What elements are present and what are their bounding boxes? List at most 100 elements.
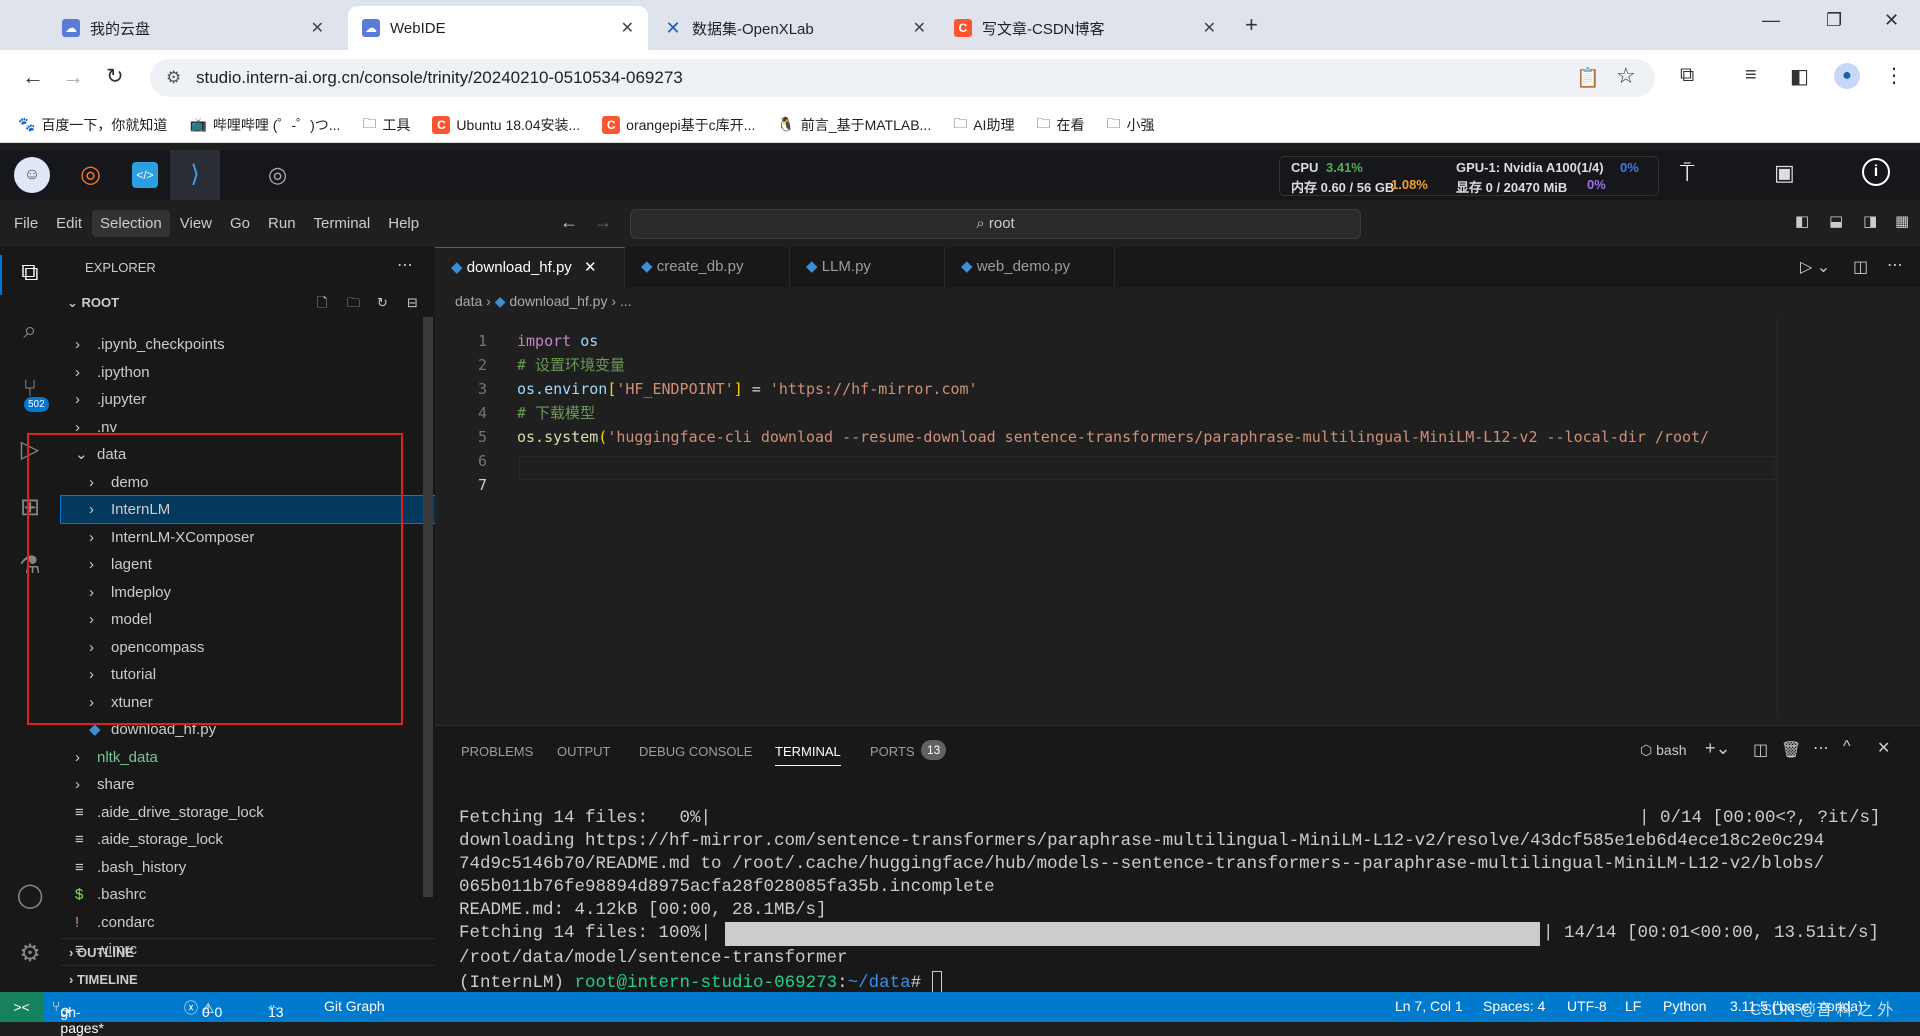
indentation[interactable]: Spaces: 4 xyxy=(1483,998,1545,1014)
monitor-icon[interactable]: ▣ xyxy=(1774,160,1795,186)
nav-forward-icon[interactable]: → xyxy=(594,212,612,233)
tree-item[interactable]: › .jupyter xyxy=(61,386,435,413)
tree-item[interactable]: › share xyxy=(61,771,435,798)
side-panel-icon[interactable]: ◧ xyxy=(1790,64,1809,89)
editor-tab-web-demo[interactable]: ◆ web_demo.py xyxy=(945,247,1115,287)
maximize-panel-icon[interactable]: ^ xyxy=(1843,738,1851,756)
outline-section[interactable]: › OUTLINE xyxy=(61,938,435,965)
bookmark[interactable]: Corangepi基于c库开... xyxy=(602,115,755,135)
profile-avatar[interactable]: ● xyxy=(1834,63,1860,89)
problems-indicator[interactable]: ⓧ 0 ⚠ 0 xyxy=(184,998,222,1020)
code-line[interactable]: 5 os.system('huggingface-cli download --r… xyxy=(435,425,1775,449)
tree-item[interactable]: › nltk_data xyxy=(61,744,435,771)
collapse-all-icon[interactable]: ⊟ xyxy=(407,289,418,316)
refresh-icon[interactable]: ↻ xyxy=(377,289,388,316)
breadcrumb-item[interactable]: ... xyxy=(620,293,632,309)
menu-selection[interactable]: Selection xyxy=(92,210,170,237)
customize-layout-icon[interactable]: ▦ xyxy=(1895,212,1909,230)
media-icon[interactable]: ≡ xyxy=(1745,64,1757,87)
more-actions-icon[interactable]: ⋯ xyxy=(1887,255,1903,275)
bookmark-folder[interactable]: 🗀 AI助理 xyxy=(953,113,1014,137)
explorer-icon[interactable]: ⧉ xyxy=(14,259,46,291)
sidebar-scrollbar[interactable] xyxy=(423,317,433,897)
root-section-header[interactable]: ⌄ ROOT 🗋 🗀 ↻ ⊟ xyxy=(61,289,435,316)
panel-tab-problems[interactable]: PROBLEMS xyxy=(461,744,533,759)
toggle-secondary-sidebar-icon[interactable]: ◨ xyxy=(1863,212,1877,230)
close-tab-icon[interactable]: ✕ xyxy=(584,259,597,276)
new-folder-icon[interactable]: 🗀 xyxy=(347,289,360,316)
bookmark-star-icon[interactable]: ☆ xyxy=(1616,63,1636,89)
panel-tab-ports[interactable]: PORTS xyxy=(870,744,915,759)
more-actions-icon[interactable]: ⋯ xyxy=(397,255,413,275)
close-tab-icon[interactable]: ✕ xyxy=(1203,18,1216,38)
panel-tab-output[interactable]: OUTPUT xyxy=(557,744,610,759)
bookmark[interactable]: 🐾 百度一下，你就知道 xyxy=(18,115,167,135)
breadcrumb-item[interactable]: download_hf.py xyxy=(509,293,607,309)
end-of-line[interactable]: LF xyxy=(1625,998,1641,1014)
bookmark[interactable]: C Ubuntu 18.04安装... xyxy=(432,115,580,135)
encoding[interactable]: UTF-8 xyxy=(1567,998,1607,1014)
split-terminal-icon[interactable]: ◫ xyxy=(1753,740,1768,760)
editor-tab-llm[interactable]: ◆ LLM.py xyxy=(790,247,945,287)
tree-item[interactable]: ≡ .aide_drive_storage_lock xyxy=(61,799,435,826)
browser-tab[interactable]: C 写文章-CSDN博客 ✕ xyxy=(940,6,1230,50)
new-file-icon[interactable]: 🗋 xyxy=(317,289,327,316)
bookmark-folder[interactable]: 🗀 小强 xyxy=(1106,113,1154,137)
breadcrumb-item[interactable]: data xyxy=(455,293,482,309)
clipboard-icon[interactable]: 📋 xyxy=(1576,66,1600,90)
close-tab-icon[interactable]: ✕ xyxy=(621,18,634,38)
minimize-button[interactable]: — xyxy=(1762,10,1780,31)
menu-help[interactable]: Help xyxy=(380,210,427,237)
tree-item[interactable]: $ .bashrc xyxy=(61,881,435,908)
code-line[interactable]: 4 # 下载模型 xyxy=(435,401,1775,425)
menu-run[interactable]: Run xyxy=(260,210,304,237)
nav-back-icon[interactable]: ← xyxy=(560,212,578,233)
command-center-search[interactable]: ⌕ root xyxy=(630,209,1361,239)
tensorflow-icon[interactable]: ⍑ xyxy=(1680,160,1694,188)
more-actions-icon[interactable]: ⋯ xyxy=(1813,738,1829,758)
terminal-profile[interactable]: ⬡ bash xyxy=(1640,742,1686,759)
close-tab-icon[interactable]: ✕ xyxy=(311,18,324,38)
toggle-sidebar-icon[interactable]: ◧ xyxy=(1795,212,1809,230)
timeline-section[interactable]: › TIMELINE xyxy=(61,965,435,992)
browser-tab[interactable]: ☁ 我的云盘 ✕ xyxy=(48,6,338,50)
editor-tab-create-db[interactable]: ◆ create_db.py xyxy=(625,247,790,287)
bookmark[interactable]: 📺 哔哩哔哩 (゜-゜)つ... xyxy=(189,115,340,135)
menu-icon[interactable]: ⋮ xyxy=(1884,63,1904,88)
editor-tab-download-hf[interactable]: ◆ download_hf.py ✕ xyxy=(435,247,625,287)
code-line[interactable]: 3 os.environ['HF_ENDPOINT'] = 'https://hf… xyxy=(435,377,1775,401)
tree-item[interactable]: ≡ .bash_history xyxy=(61,854,435,881)
restore-button[interactable]: ❐ xyxy=(1826,10,1842,31)
code-line[interactable]: 1 import os xyxy=(435,329,1775,353)
vscode-icon[interactable]: ⟩ xyxy=(170,150,220,200)
remote-indicator-icon[interactable]: >< xyxy=(0,992,43,1022)
panel-tab-debug-console[interactable]: DEBUG CONSOLE xyxy=(639,744,752,759)
minimap[interactable] xyxy=(1777,317,1907,717)
bookmark-folder[interactable]: 🗀 工具 xyxy=(362,113,410,137)
tree-item[interactable]: › .ipython xyxy=(61,359,435,386)
tree-item[interactable]: ! .condarc xyxy=(61,909,435,936)
kill-terminal-icon[interactable]: 🗑 xyxy=(1781,740,1801,760)
search-icon[interactable]: ⌕ xyxy=(14,317,46,349)
branch-indicator[interactable]: ⑂ gh-pages* ⟳ xyxy=(52,998,104,1036)
jupyter-icon[interactable]: ◎ xyxy=(80,160,101,189)
menu-file[interactable]: File xyxy=(6,210,46,237)
split-editor-icon[interactable]: ◫ xyxy=(1853,257,1868,277)
cursor-position[interactable]: Ln 7, Col 1 xyxy=(1395,998,1463,1014)
intern-logo[interactable]: ☺ xyxy=(14,157,50,193)
tree-item[interactable]: ≡ .aide_storage_lock xyxy=(61,826,435,853)
panel-tab-terminal[interactable]: TERMINAL xyxy=(775,744,841,766)
new-tab-button[interactable]: + xyxy=(1245,12,1258,38)
forward-icon[interactable]: → xyxy=(62,64,84,90)
back-icon[interactable]: ← xyxy=(22,64,44,90)
menu-go[interactable]: Go xyxy=(222,210,258,237)
accounts-icon[interactable]: ◯ xyxy=(14,881,46,913)
menu-edit[interactable]: Edit xyxy=(48,210,90,237)
extensions-icon[interactable]: ⧉ xyxy=(1680,64,1694,87)
bookmark-folder[interactable]: 🗀 在看 xyxy=(1036,113,1084,137)
close-window-button[interactable]: ✕ xyxy=(1884,10,1899,31)
menu-view[interactable]: View xyxy=(172,210,220,237)
code-icon[interactable]: </> xyxy=(132,162,158,188)
tree-item[interactable]: › .ipynb_checkpoints xyxy=(61,331,435,358)
reload-icon[interactable]: ↻ xyxy=(106,64,124,89)
